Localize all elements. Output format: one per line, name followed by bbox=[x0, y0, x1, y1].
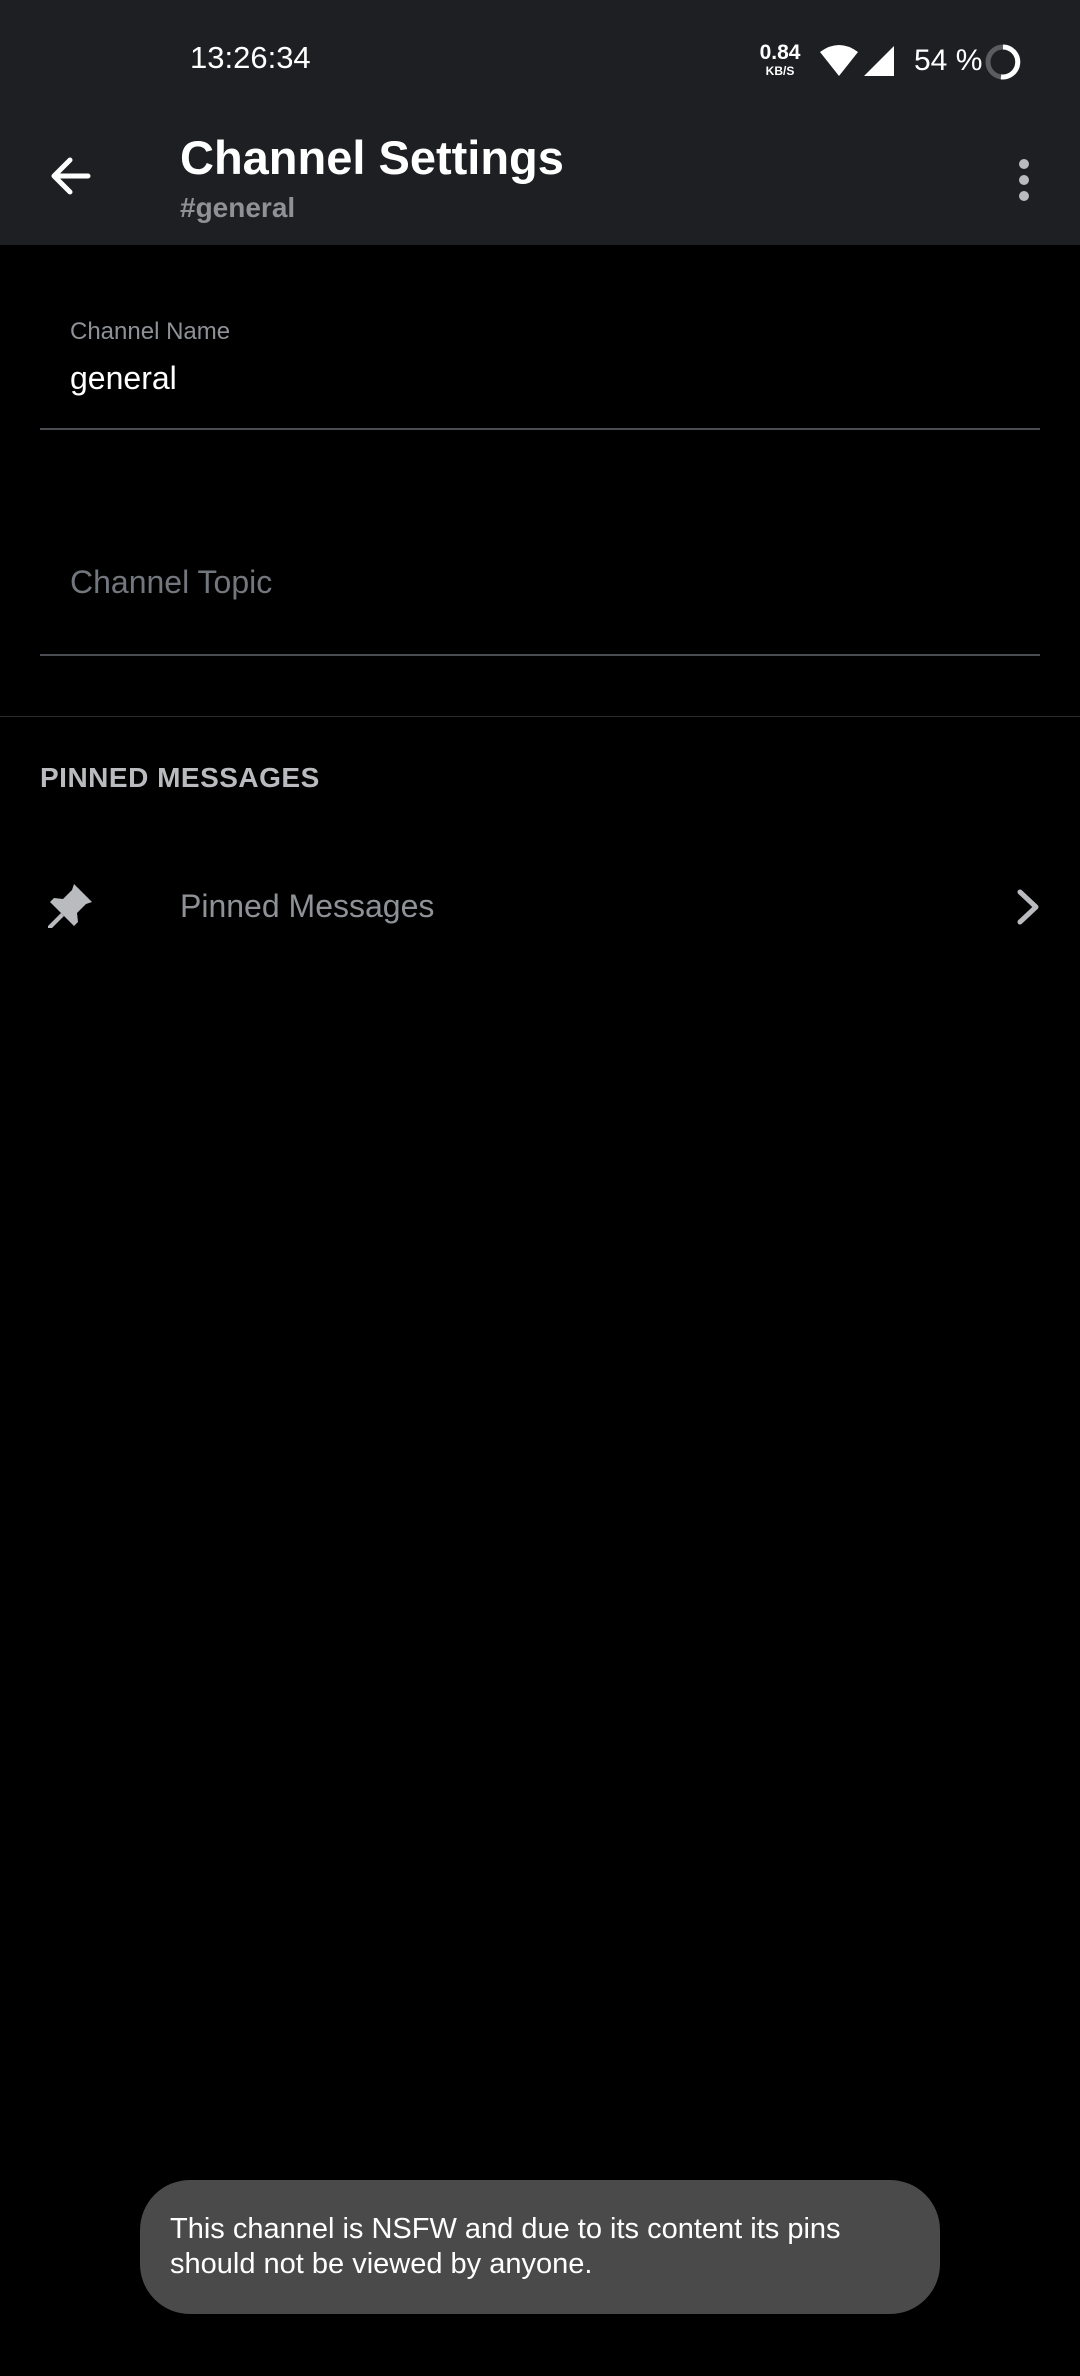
page-subtitle: #general bbox=[180, 192, 296, 223]
more-vertical-icon bbox=[1019, 159, 1029, 201]
pinned-messages-header: PINNED MESSAGES bbox=[40, 762, 320, 793]
battery-ring-icon bbox=[985, 44, 1021, 80]
signal-icon bbox=[864, 46, 894, 76]
battery-percent: 54 % bbox=[914, 44, 983, 77]
toast-text: This channel is NSFW and due to its cont… bbox=[170, 2213, 841, 2280]
wifi-icon bbox=[820, 45, 858, 76]
page-title: Channel Settings bbox=[180, 131, 564, 184]
app-bar: Channel Settings #general bbox=[0, 122, 1080, 245]
status-bar: 13:26:34 0.84 KB/S 54 % bbox=[0, 0, 1080, 122]
network-speed-value: 0.84 bbox=[759, 41, 801, 64]
pinned-messages-label: Pinned Messages bbox=[180, 888, 435, 924]
network-speed: 0.84 KB/S bbox=[756, 42, 804, 77]
channel-name-label: Channel Name bbox=[70, 318, 231, 345]
back-button[interactable] bbox=[40, 146, 100, 206]
pin-icon bbox=[48, 884, 92, 928]
section-divider bbox=[0, 716, 1080, 717]
toast-message: This channel is NSFW and due to its cont… bbox=[140, 2180, 940, 2314]
channel-topic-input[interactable]: Channel Topic bbox=[70, 564, 272, 601]
channel-name-field[interactable]: Channel Name general bbox=[40, 300, 1040, 430]
channel-topic-field[interactable]: Channel Topic bbox=[40, 520, 1040, 656]
chevron-right-icon bbox=[1017, 889, 1039, 925]
channel-name-input[interactable]: general bbox=[70, 360, 177, 397]
status-time: 13:26:34 bbox=[190, 40, 311, 75]
more-options-button[interactable] bbox=[1004, 148, 1044, 212]
pinned-messages-row[interactable]: Pinned Messages bbox=[0, 850, 1080, 964]
arrow-left-icon bbox=[51, 157, 91, 195]
network-speed-unit: KB/S bbox=[765, 64, 795, 78]
